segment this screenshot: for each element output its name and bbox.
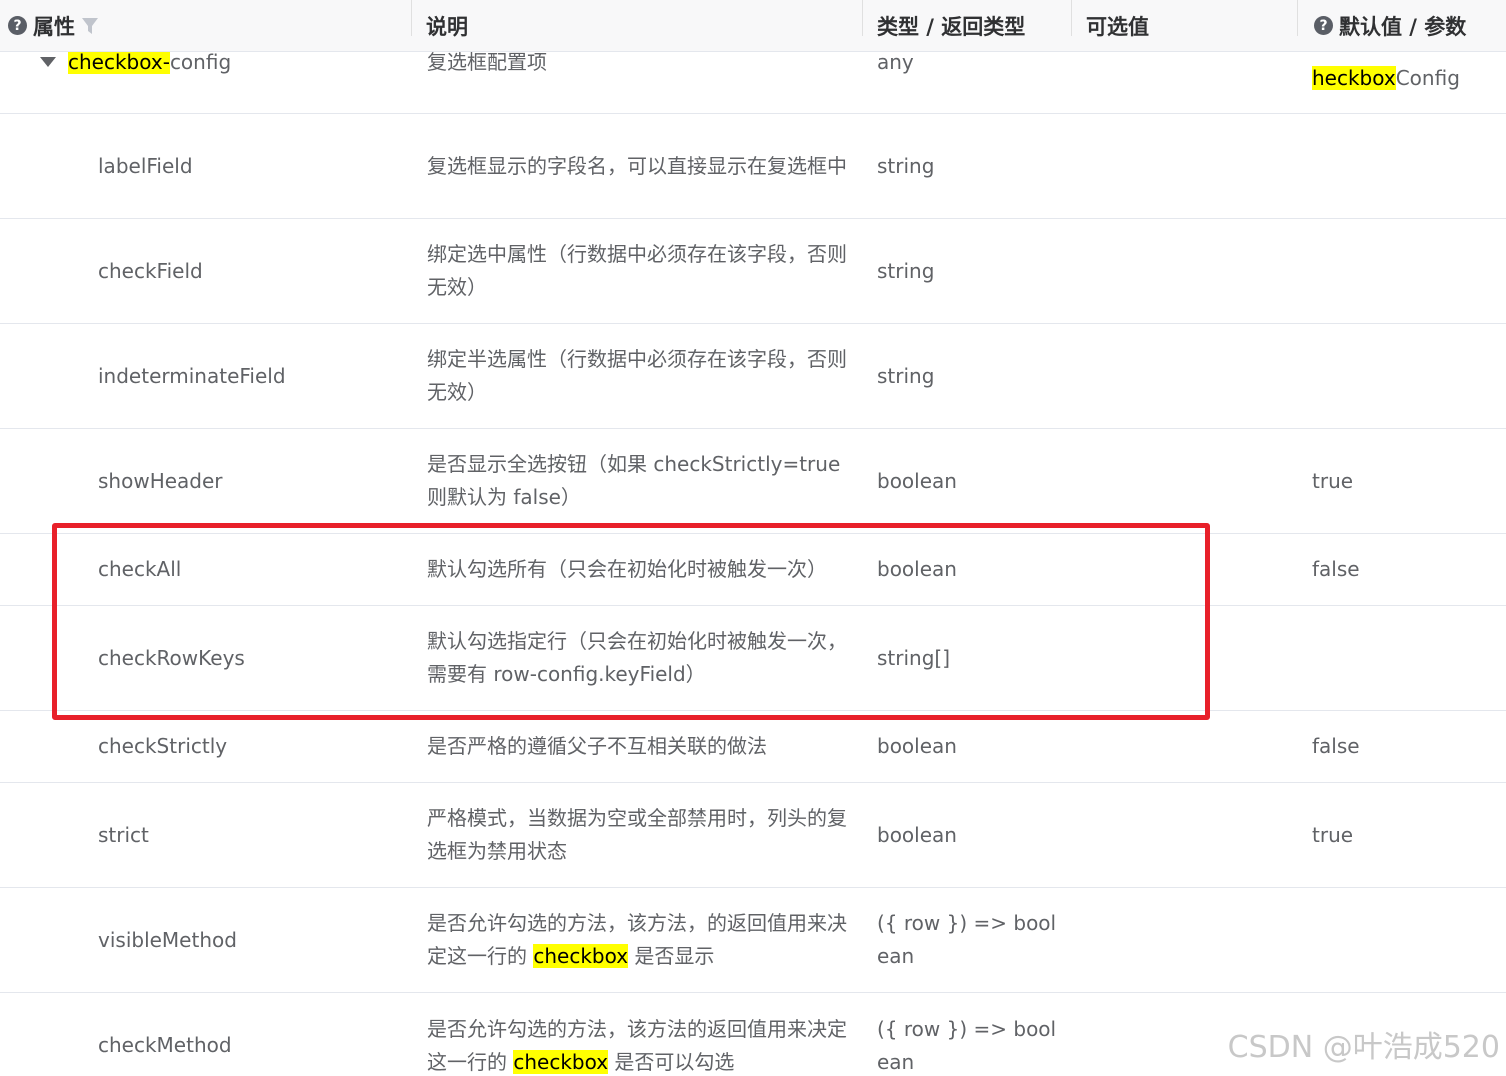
row-type: ({ row }) => boolean [877,1016,1057,1074]
search-highlight: heckbox [1312,66,1396,90]
row-name-rest: config [169,50,232,74]
header-cell-type: 类型 / 返回类型 [863,0,1071,51]
header-cell-desc: 说明 [412,0,862,51]
row-desc: 是否严格的遵循父子不互相关联的做法 [427,734,767,758]
row-type: boolean [877,734,957,758]
row-type: string [877,258,935,283]
row-desc: 严格模式，当数据为空或全部禁用时，列头的复选框为禁用状态 [427,806,847,863]
row-name: checkMethod [98,1033,232,1057]
row-desc: 绑定选中属性（行数据中必须存在该字段，否则无效） [427,242,847,299]
row-name: showHeader [98,468,223,493]
row-name: checkStrictly [98,734,228,758]
row-desc: 复选框显示的字段名，可以直接显示在复选框中 [427,153,847,178]
row-desc-part: 是否显示 [628,944,715,968]
row-type: string [877,153,935,178]
table-row[interactable]: indeterminateField 绑定半选属性（行数据中必须存在该字段，否则… [0,324,1506,429]
row-default: true [1312,822,1354,847]
row-name: checkField [98,258,203,283]
caret-down-icon[interactable] [40,57,56,67]
table-row[interactable]: labelField 复选框显示的字段名，可以直接显示在复选框中 string [0,114,1506,219]
table-header: ? 属性 说明 类型 / 返回类型 可选值 ? 默认值 / 参数 [0,0,1506,52]
header-cell-default: ? 默认值 / 参数 [1298,0,1506,51]
row-name: indeterminateField [98,363,286,388]
table-row[interactable]: strict 严格模式，当数据为空或全部禁用时，列头的复选框为禁用状态 bool… [0,783,1506,888]
row-name: strict [98,822,149,847]
table-row[interactable]: checkStrictly 是否严格的遵循父子不互相关联的做法 boolean … [0,711,1506,783]
row-desc: 是否显示全选按钮（如果 checkStrictly=true 则默认为 fals… [427,452,841,509]
row-name: visibleMethod [98,927,237,952]
annotation-highlight-box [52,523,1210,720]
search-highlight: checkbox [513,1049,609,1074]
help-icon[interactable]: ? [8,16,27,35]
row-name: labelField [98,153,193,178]
search-highlight: checkbox- [68,50,170,74]
header-options-label: 可选值 [1086,14,1149,39]
row-type: boolean [877,468,957,493]
row-type: ({ row }) => boolean [877,911,1057,968]
filter-icon[interactable] [81,16,99,36]
table-row[interactable]: showHeader 是否显示全选按钮（如果 checkStrictly=tru… [0,429,1506,534]
header-type-label: 类型 / 返回类型 [877,14,1026,39]
header-desc-label: 说明 [426,14,468,39]
help-icon[interactable]: ? [1314,16,1333,35]
doc-table-page: ? 属性 说明 类型 / 返回类型 可选值 ? 默认值 / 参数 checkbo… [0,0,1506,1076]
row-desc: 是否允许勾选的方法，该方法，的返回值用来决定这一行的 checkbox 是否显示 [427,907,852,973]
row-default: false [1312,557,1360,581]
row-default: heckboxConfig [1312,62,1460,95]
row-default: true [1312,468,1354,493]
row-type: string [877,363,935,388]
row-desc: 绑定半选属性（行数据中必须存在该字段，否则无效） [427,347,847,404]
header-name-label: 属性 [33,14,75,39]
header-cell-name[interactable]: ? 属性 [0,0,410,51]
header-default-label: 默认值 / 参数 [1339,14,1467,39]
row-default-rest: Config [1395,66,1460,90]
table-row[interactable]: visibleMethod 是否允许勾选的方法，该方法，的返回值用来决定这一行的… [0,888,1506,993]
row-type: boolean [877,822,957,847]
row-default: false [1312,734,1360,758]
search-highlight: checkbox [533,944,629,968]
table-row[interactable]: checkField 绑定选中属性（行数据中必须存在该字段，否则无效） stri… [0,219,1506,324]
watermark: CSDN @叶浩成520 [1227,1030,1500,1065]
header-cell-options: 可选值 [1072,0,1296,51]
row-desc: 是否允许勾选的方法，该方法的返回值用来决定这一行的 checkbox 是否可以勾… [427,1013,852,1076]
row-desc-part: 是否可以勾选 [608,1049,735,1074]
